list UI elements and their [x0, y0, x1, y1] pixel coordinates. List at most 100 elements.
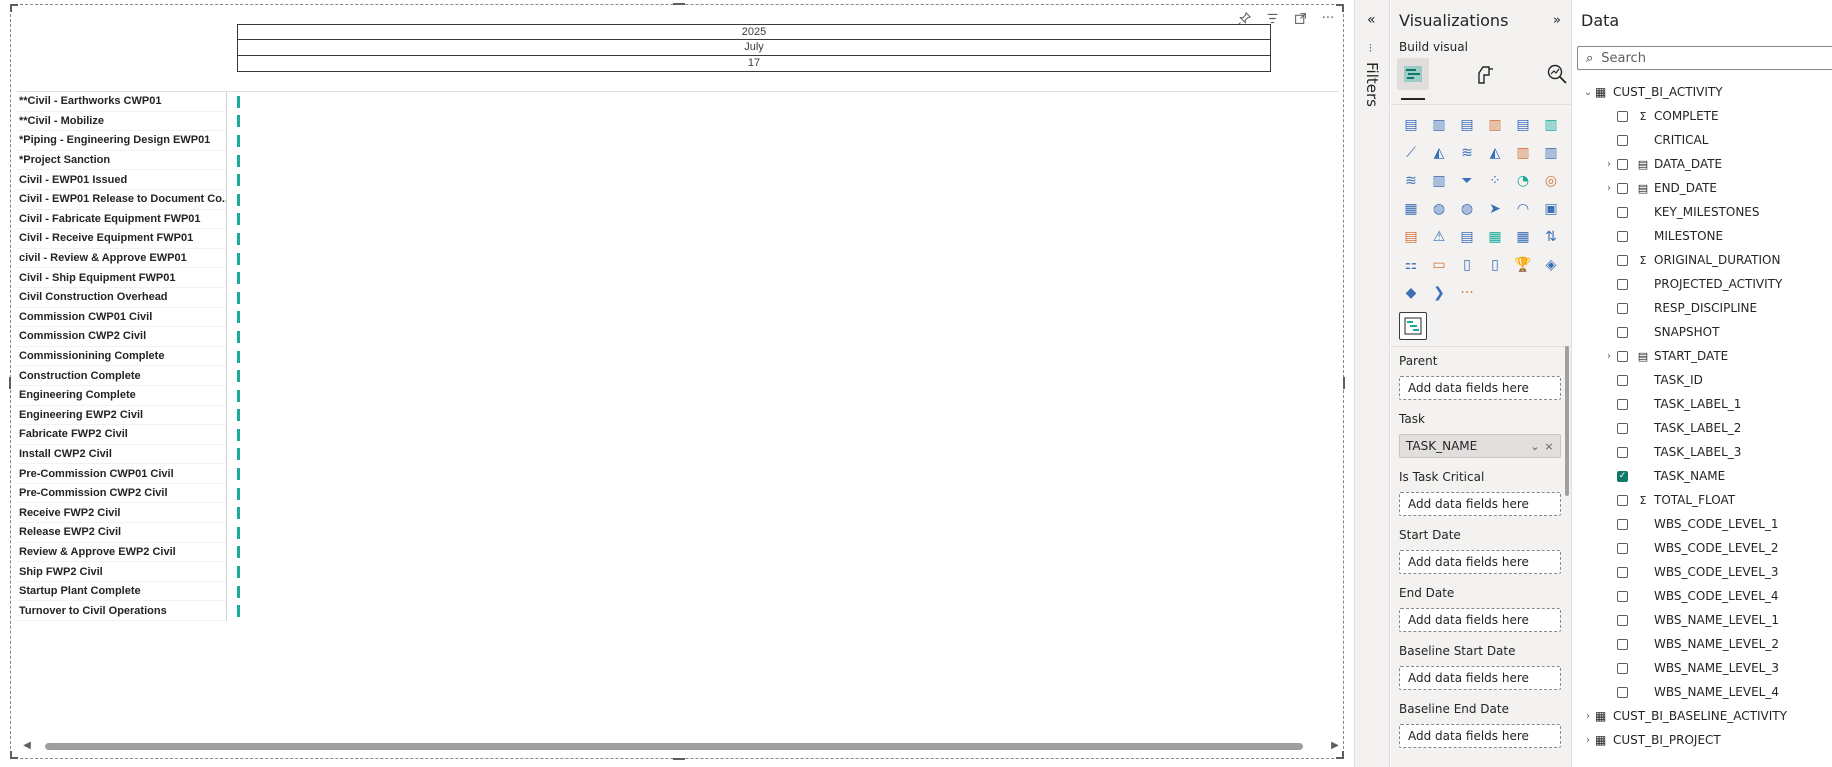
task-bar[interactable]	[237, 370, 240, 383]
horizontal-scrollbar[interactable]: ◀ ▶	[21, 739, 1341, 753]
multi-row-card-icon[interactable]: ▤	[1399, 225, 1423, 249]
100-stacked-area-chart-icon[interactable]: ◭	[1483, 141, 1507, 165]
field-checkbox[interactable]	[1617, 686, 1628, 698]
collapse-visualizations-icon[interactable]: »	[1553, 13, 1561, 28]
task-bar[interactable]	[237, 174, 240, 187]
field-item[interactable]: WBS_NAME_LEVEL_2	[1581, 632, 1831, 656]
task-bar[interactable]	[237, 448, 240, 461]
paginated-report-icon[interactable]: ▯	[1455, 253, 1479, 277]
format-visual-icon[interactable]	[1469, 58, 1501, 90]
gantt-visual-icon[interactable]	[1399, 312, 1427, 340]
field-checkbox[interactable]	[1617, 518, 1628, 530]
focus-mode-icon[interactable]	[1291, 9, 1309, 27]
area-chart-icon[interactable]: ◭	[1427, 141, 1451, 165]
task-bar[interactable]	[237, 252, 240, 265]
task-bar[interactable]	[237, 605, 240, 618]
waterfall-chart-icon[interactable]: ▥	[1427, 169, 1451, 193]
field-checkbox[interactable]	[1617, 446, 1628, 458]
stacked-area-chart-icon[interactable]: ≋	[1455, 141, 1479, 165]
task-bar[interactable]	[237, 115, 240, 128]
field-item[interactable]: MILESTONE	[1581, 224, 1831, 248]
field-item[interactable]: › ▤ START_DATE	[1581, 344, 1831, 368]
gantt-visual[interactable]: ··· 2025 July 17 **Civil - Earthworks CW…	[9, 3, 1345, 760]
filters-label[interactable]: Filters	[1363, 62, 1381, 107]
resize-handle-bottom[interactable]	[673, 758, 685, 760]
card-icon[interactable]: ▣	[1539, 197, 1563, 221]
task-bar[interactable]	[237, 585, 240, 598]
task-row[interactable]: Engineering EWP2 Civil	[17, 406, 226, 426]
task-row[interactable]: Receive FWP2 Civil	[17, 503, 226, 524]
table-icon[interactable]: ▦	[1483, 225, 1507, 249]
task-bar[interactable]	[237, 213, 240, 226]
field-item[interactable]: WBS_NAME_LEVEL_1	[1581, 608, 1831, 632]
baseline-end-drop-zone[interactable]: Add data fields here	[1399, 724, 1561, 748]
resize-corner[interactable]	[10, 751, 18, 759]
line-chart-icon[interactable]: ⟋	[1399, 141, 1423, 165]
baseline-start-drop-zone[interactable]: Add data fields here	[1399, 666, 1561, 690]
scroll-right-icon[interactable]: ▶	[1329, 740, 1341, 752]
donut-chart-icon[interactable]: ◎	[1539, 169, 1563, 193]
field-item[interactable]: ✓ TASK_NAME	[1581, 464, 1831, 488]
field-item[interactable]: WBS_CODE_LEVEL_3	[1581, 560, 1831, 584]
scatter-chart-icon[interactable]: ⁘	[1483, 169, 1507, 193]
field-checkbox[interactable]: ✓	[1617, 470, 1628, 482]
task-row[interactable]: Pre-Commission CWP2 Civil	[17, 484, 226, 504]
start-date-drop-zone[interactable]: Add data fields here	[1399, 550, 1561, 574]
task-row[interactable]: *Piping - Engineering Design EWP01	[17, 131, 226, 151]
task-row[interactable]: Civil - Receive Equipment FWP01	[17, 229, 226, 249]
task-row[interactable]: Civil - EWP01 Issued	[17, 170, 226, 190]
expand-filters-icon[interactable]: «	[1367, 12, 1376, 28]
task-bar[interactable]	[237, 134, 240, 147]
field-checkbox[interactable]	[1617, 374, 1628, 386]
task-row[interactable]: Commission CWP2 Civil	[17, 327, 226, 347]
filters-pane[interactable]: « ⫶ Filters	[1354, 0, 1390, 767]
field-checkbox[interactable]	[1617, 158, 1628, 170]
task-row[interactable]: Civil - Ship Equipment FWP01	[17, 268, 226, 288]
field-item[interactable]: TASK_LABEL_3	[1581, 440, 1831, 464]
task-bar[interactable]	[237, 95, 240, 108]
task-row[interactable]: **Civil - Earthworks CWP01	[17, 92, 226, 112]
key-influencers-icon[interactable]: ⇅	[1539, 225, 1563, 249]
power-automate-icon[interactable]: ◆	[1399, 281, 1423, 305]
filled-map-icon[interactable]: ◍	[1455, 197, 1479, 221]
stacked-bar-chart-icon[interactable]: ▤	[1399, 113, 1423, 137]
task-bar[interactable]	[237, 330, 240, 343]
gauge-icon[interactable]: ◠	[1511, 197, 1535, 221]
100-stacked-column-chart-icon[interactable]: ▥	[1539, 113, 1563, 137]
stacked-column-chart-icon[interactable]: ▥	[1427, 113, 1451, 137]
field-checkbox[interactable]	[1617, 590, 1628, 602]
field-item[interactable]: WBS_CODE_LEVEL_1	[1581, 512, 1831, 536]
close-icon[interactable]: ×	[1542, 440, 1556, 453]
table-item[interactable]: ⌄ ▦ CUST_BI_ACTIVITY	[1581, 80, 1831, 104]
clustered-bar-chart-icon[interactable]: ▤	[1455, 113, 1479, 137]
resize-handle-top[interactable]	[673, 3, 685, 5]
treemap-icon[interactable]: ▦	[1399, 197, 1423, 221]
chevron-right-icon[interactable]: ›	[1603, 351, 1615, 362]
task-row[interactable]: Commissionining Complete	[17, 347, 226, 367]
task-bar[interactable]	[237, 291, 240, 304]
field-checkbox[interactable]	[1617, 302, 1628, 314]
field-checkbox[interactable]	[1617, 254, 1628, 266]
field-item[interactable]: TASK_LABEL_2	[1581, 416, 1831, 440]
field-item[interactable]: WBS_NAME_LEVEL_3	[1581, 656, 1831, 680]
field-checkbox[interactable]	[1617, 566, 1628, 578]
field-checkbox[interactable]	[1617, 350, 1628, 362]
metrics-icon[interactable]: 🏆	[1511, 253, 1535, 277]
chevron-right-icon[interactable]: ›	[1603, 183, 1615, 194]
azure-map-icon[interactable]: ➤	[1483, 197, 1507, 221]
field-checkbox[interactable]	[1617, 662, 1628, 674]
line-clustered-column-chart-icon[interactable]: ▥	[1539, 141, 1563, 165]
scroll-thumb[interactable]	[45, 743, 1303, 750]
task-bar[interactable]	[237, 272, 240, 285]
analytics-icon[interactable]	[1541, 58, 1573, 90]
resize-corner[interactable]	[10, 4, 18, 12]
100-stacked-bar-chart-icon[interactable]: ▤	[1511, 113, 1535, 137]
task-bar[interactable]	[237, 193, 240, 206]
task-row[interactable]: Fabricate FWP2 Civil	[17, 425, 226, 445]
task-row[interactable]: Engineering Complete	[17, 386, 226, 406]
field-item[interactable]: Σ COMPLETE	[1581, 104, 1831, 128]
task-bar[interactable]	[237, 409, 240, 422]
more-options-icon[interactable]: ···	[1319, 9, 1337, 27]
task-row[interactable]: Release EWP2 Civil	[17, 523, 226, 543]
field-item[interactable]: Σ ORIGINAL_DURATION	[1581, 248, 1831, 272]
